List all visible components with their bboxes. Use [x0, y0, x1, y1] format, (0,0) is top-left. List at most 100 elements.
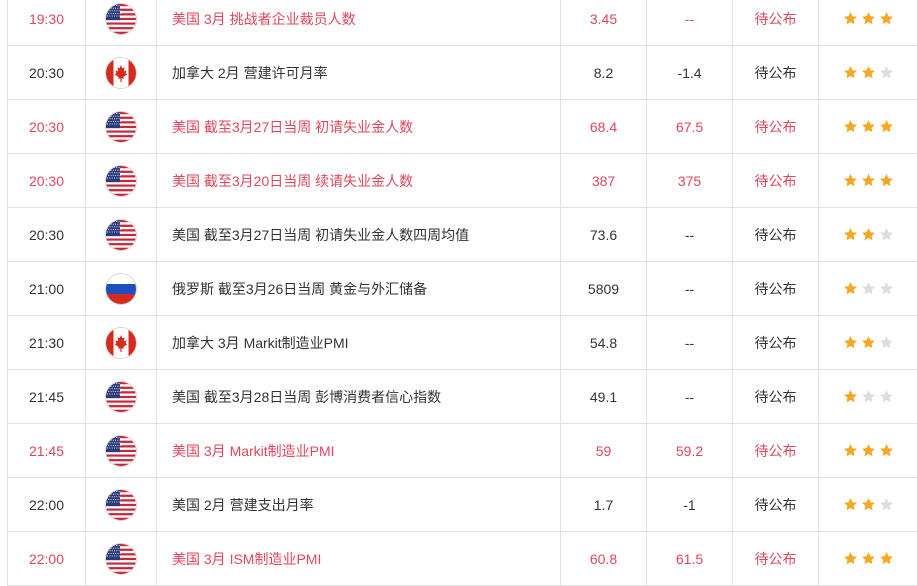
star-filled-icon — [862, 174, 875, 187]
importance-rating — [819, 0, 917, 45]
event-name[interactable]: 美国 2月 营建支出月率 — [157, 478, 561, 531]
us-flag-icon — [106, 435, 136, 466]
event-name[interactable]: 美国 截至3月28日当周 彭博消费者信心指数 — [157, 370, 561, 423]
star-filled-icon — [880, 174, 893, 187]
event-name[interactable]: 美国 3月 Markit制造业PMI — [157, 424, 561, 477]
country-flag-cell — [86, 0, 157, 45]
country-flag-cell — [86, 208, 157, 261]
previous-value: 8.2 — [561, 46, 647, 99]
table-row[interactable]: 21:45 美国 截至3月28日当周 彭博消费者信心指数 49.1 -- 待公布 — [8, 370, 917, 424]
event-name[interactable]: 美国 3月 ISM制造业PMI — [157, 532, 561, 585]
star-filled-icon — [880, 120, 893, 133]
country-flag-cell — [86, 532, 157, 585]
star-filled-icon — [862, 444, 875, 457]
importance-rating — [819, 262, 917, 315]
importance-rating — [819, 424, 917, 477]
table-row[interactable]: 22:00 美国 2月 营建支出月率 1.7 -1 待公布 — [8, 478, 917, 532]
event-name[interactable]: 俄罗斯 截至3月26日当周 黄金与外汇储备 — [157, 262, 561, 315]
actual-value: 待公布 — [733, 154, 819, 207]
table-row[interactable]: 22:00 美国 3月 ISM制造业PMI 60.8 61.5 待公布 — [8, 532, 917, 586]
previous-value: 1.7 — [561, 478, 647, 531]
actual-value: 待公布 — [733, 532, 819, 585]
forecast-value: 67.5 — [647, 100, 733, 153]
table-row[interactable]: 20:30 美国 截至3月27日当周 初请失业金人数四周均值 73.6 -- 待… — [8, 208, 917, 262]
importance-rating — [819, 478, 917, 531]
previous-value: 73.6 — [561, 208, 647, 261]
previous-value: 49.1 — [561, 370, 647, 423]
country-flag-cell — [86, 46, 157, 99]
star-filled-icon — [862, 66, 875, 79]
star-filled-icon — [844, 120, 857, 133]
us-flag-icon — [106, 165, 136, 196]
star-empty-icon — [880, 228, 893, 241]
previous-value: 387 — [561, 154, 647, 207]
event-name[interactable]: 美国 截至3月27日当周 初请失业金人数 — [157, 100, 561, 153]
event-time: 21:30 — [8, 316, 86, 369]
star-empty-icon — [862, 282, 875, 295]
table-row[interactable]: 20:30 美国 截至3月20日当周 续请失业金人数 387 375 待公布 — [8, 154, 917, 208]
star-filled-icon — [844, 498, 857, 511]
forecast-value: 61.5 — [647, 532, 733, 585]
forecast-value: -1 — [647, 478, 733, 531]
forecast-value: -1.4 — [647, 46, 733, 99]
star-empty-icon — [880, 282, 893, 295]
event-name[interactable]: 加拿大 3月 Markit制造业PMI — [157, 316, 561, 369]
event-name[interactable]: 美国 截至3月20日当周 续请失业金人数 — [157, 154, 561, 207]
star-empty-icon — [880, 66, 893, 79]
star-filled-icon — [880, 444, 893, 457]
event-time: 20:30 — [8, 46, 86, 99]
star-empty-icon — [862, 390, 875, 403]
us-flag-icon — [106, 219, 136, 250]
country-flag-cell — [86, 370, 157, 423]
star-filled-icon — [862, 498, 875, 511]
importance-rating — [819, 532, 917, 585]
star-filled-icon — [844, 552, 857, 565]
country-flag-cell — [86, 424, 157, 477]
actual-value: 待公布 — [733, 478, 819, 531]
forecast-value: -- — [647, 0, 733, 45]
star-empty-icon — [880, 390, 893, 403]
importance-rating — [819, 46, 917, 99]
table-row[interactable]: 20:30 美国 截至3月27日当周 初请失业金人数 68.4 67.5 待公布 — [8, 100, 917, 154]
star-filled-icon — [844, 228, 857, 241]
importance-rating — [819, 208, 917, 261]
table-row[interactable]: 21:45 美国 3月 Markit制造业PMI 59 59.2 待公布 — [8, 424, 917, 478]
forecast-value: 375 — [647, 154, 733, 207]
event-name[interactable]: 美国 截至3月27日当周 初请失业金人数四周均值 — [157, 208, 561, 261]
star-empty-icon — [880, 336, 893, 349]
importance-rating — [819, 370, 917, 423]
forecast-value: -- — [647, 262, 733, 315]
country-flag-cell — [86, 316, 157, 369]
importance-rating — [819, 316, 917, 369]
ru-flag-icon — [106, 273, 136, 304]
star-filled-icon — [862, 12, 875, 25]
table-row[interactable]: 21:00 俄罗斯 截至3月26日当周 黄金与外汇储备 5809 -- 待公布 — [8, 262, 917, 316]
event-name[interactable]: 加拿大 2月 营建许可月率 — [157, 46, 561, 99]
forecast-value: -- — [647, 370, 733, 423]
us-flag-icon — [106, 111, 136, 142]
ca-flag-icon — [106, 57, 136, 88]
importance-rating — [819, 100, 917, 153]
country-flag-cell — [86, 262, 157, 315]
country-flag-cell — [86, 478, 157, 531]
us-flag-icon — [106, 381, 136, 412]
us-flag-icon — [106, 3, 136, 34]
star-filled-icon — [880, 12, 893, 25]
star-filled-icon — [844, 12, 857, 25]
table-row[interactable]: 19:30 美国 3月 挑战者企业裁员人数 3.45 -- 待公布 — [8, 0, 917, 46]
star-filled-icon — [844, 282, 857, 295]
star-filled-icon — [844, 336, 857, 349]
previous-value: 59 — [561, 424, 647, 477]
economic-calendar-table: 19:30 美国 3月 挑战者企业裁员人数 3.45 -- 待公布 20:30 … — [7, 0, 917, 586]
actual-value: 待公布 — [733, 0, 819, 45]
previous-value: 60.8 — [561, 532, 647, 585]
event-time: 20:30 — [8, 154, 86, 207]
table-row[interactable]: 21:30 加拿大 3月 Markit制造业PMI 54.8 -- 待公布 — [8, 316, 917, 370]
event-time: 21:45 — [8, 370, 86, 423]
star-filled-icon — [862, 336, 875, 349]
previous-value: 68.4 — [561, 100, 647, 153]
star-filled-icon — [880, 552, 893, 565]
event-time: 20:30 — [8, 208, 86, 261]
event-name[interactable]: 美国 3月 挑战者企业裁员人数 — [157, 0, 561, 45]
table-row[interactable]: 20:30 加拿大 2月 营建许可月率 8.2 -1.4 待公布 — [8, 46, 917, 100]
